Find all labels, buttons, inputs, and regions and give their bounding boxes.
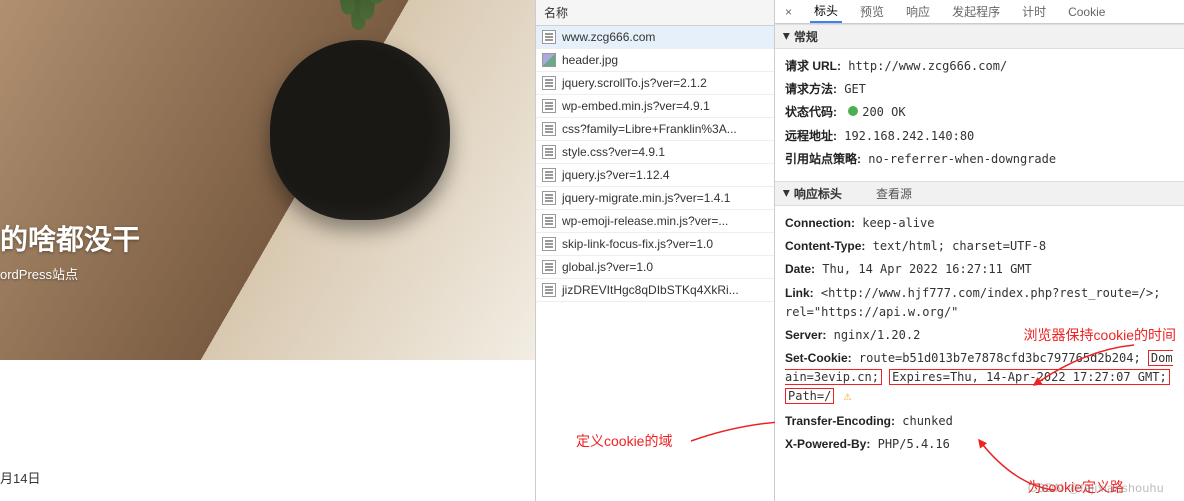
x-powered-by-label: X-Powered-By:	[785, 437, 870, 451]
doc-icon	[542, 99, 556, 113]
x-powered-by-value: PHP/5.4.16	[878, 437, 950, 451]
general-section: 请求 URL: http://www.zcg666.com/ 请求方法: GET…	[775, 49, 1184, 181]
doc-icon	[542, 76, 556, 90]
name-item[interactable]: style.css?ver=4.9.1	[536, 141, 774, 164]
doc-icon	[542, 30, 556, 44]
name-item[interactable]: header.jpg	[536, 49, 774, 72]
annotation-domain: 定义cookie的域	[576, 431, 672, 451]
doc-icon	[542, 237, 556, 251]
chevron-down-icon: ▶	[781, 33, 792, 40]
name-item-label: global.js?ver=1.0	[562, 260, 653, 274]
hero-subtitle: ordPress站点	[0, 264, 140, 283]
detail-tabs: × 标头 预览 响应 发起程序 计时 Cookie	[775, 0, 1184, 24]
server-label: Server:	[785, 328, 826, 342]
content-type-value: text/html; charset=UTF-8	[873, 239, 1046, 253]
set-cookie-label: Set-Cookie:	[785, 351, 852, 365]
general-section-header[interactable]: ▶ 常规	[775, 24, 1184, 49]
annotation-expires: 浏览器保持cookie的时间	[1024, 325, 1176, 345]
name-item-label: jquery.scrollTo.js?ver=2.1.2	[562, 76, 707, 90]
name-item-label: header.jpg	[562, 53, 618, 67]
response-headers-title: 响应标头	[794, 185, 842, 202]
connection-label: Connection:	[785, 216, 855, 230]
referrer-policy-value: no-referrer-when-downgrade	[868, 152, 1056, 166]
transfer-encoding-value: chunked	[902, 414, 953, 428]
name-item[interactable]: jquery-migrate.min.js?ver=1.4.1	[536, 187, 774, 210]
chevron-down-icon: ▶	[781, 190, 792, 197]
date-value: Thu, 14 Apr 2022 16:27:11 GMT	[822, 262, 1032, 276]
doc-icon	[542, 260, 556, 274]
close-tab-button[interactable]: ×	[781, 3, 796, 21]
name-item[interactable]: skip-link-focus-fix.js?ver=1.0	[536, 233, 774, 256]
watermark: CSDN @fajixianshouhu	[1028, 481, 1164, 495]
tab-headers[interactable]: 标头	[810, 0, 842, 23]
status-code-label: 状态代码:	[785, 105, 837, 119]
name-item[interactable]: www.zcg666.com	[536, 26, 774, 49]
link-value: <http://www.hjf777.com/index.php?rest_ro…	[785, 286, 1160, 319]
name-item-label: skip-link-focus-fix.js?ver=1.0	[562, 237, 713, 251]
general-section-title: 常规	[794, 28, 818, 45]
doc-icon	[542, 283, 556, 297]
cookie-path-box: Path=/	[785, 388, 834, 404]
doc-icon	[542, 145, 556, 159]
status-dot-icon	[848, 106, 858, 116]
cookie-expires-box: Expires=Thu, 14-Apr-2022 17:27:07 GMT;	[889, 369, 1170, 385]
name-item[interactable]: wp-emoji-release.min.js?ver=...	[536, 210, 774, 233]
tab-timing[interactable]: 计时	[1018, 1, 1050, 22]
name-item-label: www.zcg666.com	[562, 30, 655, 44]
request-method-value: GET	[844, 82, 866, 96]
tab-preview[interactable]: 预览	[856, 1, 888, 22]
remote-address-value: 192.168.242.140:80	[844, 129, 974, 143]
response-headers-section-header[interactable]: ▶ 响应标头 查看源	[775, 181, 1184, 206]
doc-icon	[542, 214, 556, 228]
request-url-label: 请求 URL:	[785, 59, 841, 73]
name-item-label: wp-emoji-release.min.js?ver=...	[562, 214, 728, 228]
remote-address-label: 远程地址:	[785, 129, 837, 143]
content-type-label: Content-Type:	[785, 239, 865, 253]
page-preview: 的啥都没干 ordPress站点 月14日	[0, 0, 535, 501]
name-item[interactable]: wp-embed.min.js?ver=4.9.1	[536, 95, 774, 118]
doc-icon	[542, 122, 556, 136]
server-value: nginx/1.20.2	[834, 328, 921, 342]
view-source-link[interactable]: 查看源	[876, 185, 912, 202]
name-item[interactable]: jizDREVItHgc8qDIbSTKq4XkRi...	[536, 279, 774, 302]
name-item[interactable]: jquery.js?ver=1.12.4	[536, 164, 774, 187]
hero-background	[0, 0, 535, 360]
date-label: Date:	[785, 262, 815, 276]
name-item-label: jquery-migrate.min.js?ver=1.4.1	[562, 191, 730, 205]
hero-date: 月14日	[0, 468, 40, 487]
doc-icon	[542, 168, 556, 182]
doc-icon	[542, 191, 556, 205]
tab-initiator[interactable]: 发起程序	[948, 1, 1004, 22]
image-icon	[542, 53, 556, 67]
name-item-label: jquery.js?ver=1.12.4	[562, 168, 670, 182]
network-name-list: 名称 www.zcg666.com header.jpg jquery.scro…	[535, 0, 775, 501]
name-item-label: style.css?ver=4.9.1	[562, 145, 665, 159]
referrer-policy-label: 引用站点策略:	[785, 152, 861, 166]
headers-panel: × 标头 预览 响应 发起程序 计时 Cookie ▶ 常规 请求 URL: h…	[775, 0, 1184, 501]
hero-title: 的啥都没干	[0, 218, 140, 258]
transfer-encoding-label: Transfer-Encoding:	[785, 414, 895, 428]
tab-cookies[interactable]: Cookie	[1064, 3, 1109, 21]
name-column-header[interactable]: 名称	[536, 0, 774, 26]
link-label: Link:	[785, 286, 814, 300]
name-item[interactable]: css?family=Libre+Franklin%3A...	[536, 118, 774, 141]
status-code-value: 200 OK	[862, 105, 905, 119]
name-item-label: wp-embed.min.js?ver=4.9.1	[562, 99, 710, 113]
request-method-label: 请求方法:	[785, 82, 837, 96]
request-url-value: http://www.zcg666.com/	[848, 59, 1007, 73]
warning-icon: ⚠	[844, 389, 852, 404]
name-item-label: css?family=Libre+Franklin%3A...	[562, 122, 737, 136]
tab-response[interactable]: 响应	[902, 1, 934, 22]
pot-graphic	[270, 40, 450, 220]
connection-value: keep-alive	[862, 216, 934, 230]
name-item[interactable]: global.js?ver=1.0	[536, 256, 774, 279]
name-item[interactable]: jquery.scrollTo.js?ver=2.1.2	[536, 72, 774, 95]
name-item-label: jizDREVItHgc8qDIbSTKq4XkRi...	[562, 283, 739, 297]
